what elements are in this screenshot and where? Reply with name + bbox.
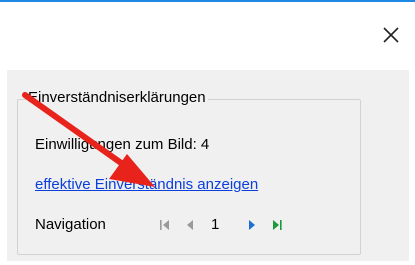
first-page-icon (160, 220, 169, 230)
next-page-icon (249, 220, 255, 230)
consent-count-label: Einwilligungen zum Bild: 4 (35, 136, 210, 153)
dialog-top-border (0, 0, 415, 2)
previous-page-icon (187, 220, 193, 230)
next-page-button[interactable] (244, 216, 262, 234)
previous-page-button[interactable] (181, 216, 199, 234)
last-page-button[interactable] (268, 216, 286, 234)
navigation-label: Navigation (35, 216, 106, 233)
close-icon (383, 27, 399, 43)
first-page-button[interactable] (156, 216, 174, 234)
group-title: Einverständniserklärungen (26, 89, 208, 106)
current-page-number: 1 (211, 216, 220, 233)
close-button[interactable] (376, 20, 406, 50)
last-page-icon (273, 220, 282, 230)
show-effective-consent-link[interactable]: effektive Einverständnis anzeigen (35, 176, 258, 193)
